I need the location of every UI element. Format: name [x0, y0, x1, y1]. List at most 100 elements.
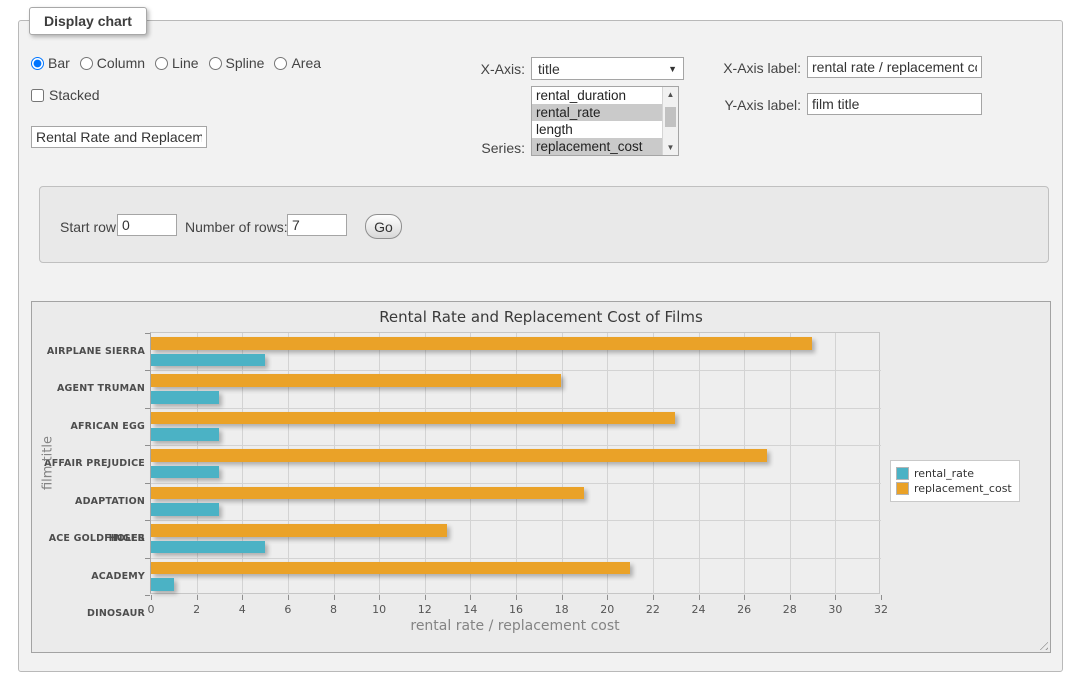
x-tick-mark: [516, 595, 517, 600]
bar-replacement_cost: [151, 374, 561, 387]
chart-type-radio-column[interactable]: [80, 57, 93, 70]
x-tick-mark: [835, 595, 836, 600]
go-button[interactable]: Go: [365, 214, 402, 239]
series-option-rental_duration[interactable]: rental_duration: [532, 87, 662, 104]
gridline: [151, 483, 881, 484]
stacked-label: Stacked: [49, 87, 100, 103]
num-rows-label: Number of rows:: [185, 219, 288, 235]
gridline: [470, 333, 471, 595]
chart-type-option-area[interactable]: Area: [274, 55, 321, 71]
gridline: [835, 333, 836, 595]
legend-swatch: [896, 482, 909, 495]
series-options: rental_durationrental_ratelengthreplacem…: [532, 87, 662, 155]
category-label: ACE GOLDFINGER: [39, 520, 145, 557]
x-tick-mark: [790, 595, 791, 600]
y-tick-mark: [145, 558, 150, 559]
chart-type-radio-line[interactable]: [155, 57, 168, 70]
chart-type-radio-spline[interactable]: [209, 57, 222, 70]
x-tick-mark: [334, 595, 335, 600]
x-axis-selected-value: title: [538, 61, 668, 77]
bar-rental_rate: [151, 391, 219, 404]
x-tick-label: 14: [463, 603, 477, 616]
legend-label: replacement_cost: [914, 482, 1012, 495]
y-tick-mark: [145, 333, 150, 334]
y-axis-label-input[interactable]: [807, 93, 982, 115]
legend-label: rental_rate: [914, 467, 974, 480]
resize-handle-icon[interactable]: [1036, 638, 1048, 650]
bar-replacement_cost: [151, 524, 447, 537]
row-range-panel: Start row: Number of rows: Go: [39, 186, 1049, 263]
chart-type-option-spline[interactable]: Spline: [209, 55, 265, 71]
gridline: [699, 333, 700, 595]
chart-type-radio-area[interactable]: [274, 57, 287, 70]
x-tick-mark: [653, 595, 654, 600]
chart-type-option-bar[interactable]: Bar: [31, 55, 70, 71]
x-tick-label: 16: [509, 603, 523, 616]
bar-replacement_cost: [151, 412, 675, 425]
chart-type-option-line[interactable]: Line: [155, 55, 198, 71]
num-rows-input[interactable]: [287, 214, 347, 236]
x-tick-label: 4: [239, 603, 246, 616]
x-tick-mark: [607, 595, 608, 600]
series-listbox[interactable]: rental_durationrental_ratelengthreplacem…: [531, 86, 679, 156]
chart-type-label: Spline: [226, 55, 265, 71]
stacked-checkbox[interactable]: [31, 89, 44, 102]
x-axis-label-input[interactable]: [807, 56, 982, 78]
series-option-replacement_cost[interactable]: replacement_cost: [532, 138, 662, 155]
gridline: [242, 333, 243, 595]
x-tick-label: 24: [692, 603, 706, 616]
scroll-up-icon[interactable]: ▲: [663, 87, 678, 102]
y-tick-mark: [145, 370, 150, 371]
x-axis-select[interactable]: title ▼: [531, 57, 684, 80]
x-tick-mark: [699, 595, 700, 600]
gridline: [790, 333, 791, 595]
chart-type-label: Area: [291, 55, 321, 71]
page: Display chart Bar Column Line Spline Area St…: [0, 0, 1081, 681]
x-tick-label: 26: [737, 603, 751, 616]
chart-type-radio-bar[interactable]: [31, 57, 44, 70]
gridline: [334, 333, 335, 595]
chart-title-input[interactable]: [31, 126, 207, 148]
gridline: [562, 333, 563, 595]
x-tick-mark: [197, 595, 198, 600]
y-axis-label-label: Y-Axis label:: [709, 97, 801, 113]
x-axis-label-label: X-Axis label:: [709, 60, 801, 76]
x-tick-label: 20: [600, 603, 614, 616]
x-tick-label: 30: [828, 603, 842, 616]
x-tick-mark: [242, 595, 243, 600]
fieldset-legend: Display chart: [29, 7, 147, 35]
gridline: [197, 333, 198, 595]
stacked-option[interactable]: Stacked: [31, 87, 100, 103]
scrollbar-thumb[interactable]: [665, 107, 676, 127]
series-label: Series:: [449, 140, 525, 156]
gridline: [151, 445, 881, 446]
category-label: AIRPLANE SIERRA: [39, 333, 145, 370]
y-tick-mark: [145, 520, 150, 521]
gridline: [288, 333, 289, 595]
start-row-input[interactable]: [117, 214, 177, 236]
legend-swatch: [896, 467, 909, 480]
legend-item: rental_rate: [896, 467, 1012, 480]
series-scrollbar[interactable]: ▲ ▼: [662, 87, 678, 155]
bar-rental_rate: [151, 541, 265, 554]
x-tick-label: 32: [874, 603, 888, 616]
gridline: [425, 333, 426, 595]
gridline: [653, 333, 654, 595]
x-tick-mark: [562, 595, 563, 600]
chart-legend: rental_rate replacement_cost: [890, 460, 1020, 502]
legend-item: replacement_cost: [896, 482, 1012, 495]
scroll-down-icon[interactable]: ▼: [663, 140, 678, 155]
series-option-rental_rate[interactable]: rental_rate: [532, 104, 662, 121]
bar-replacement_cost: [151, 449, 767, 462]
x-tick-mark: [744, 595, 745, 600]
x-tick-mark: [379, 595, 380, 600]
chevron-down-icon: ▼: [668, 64, 677, 74]
x-tick-label: 28: [783, 603, 797, 616]
chart-type-option-column[interactable]: Column: [80, 55, 145, 71]
chart-container: Rental Rate and Replacement Cost of Film…: [31, 301, 1051, 653]
series-option-length[interactable]: length: [532, 121, 662, 138]
bar-replacement_cost: [151, 337, 812, 350]
y-tick-mark: [145, 445, 150, 446]
chart-type-label: Line: [172, 55, 198, 71]
y-tick-mark: [145, 595, 150, 596]
